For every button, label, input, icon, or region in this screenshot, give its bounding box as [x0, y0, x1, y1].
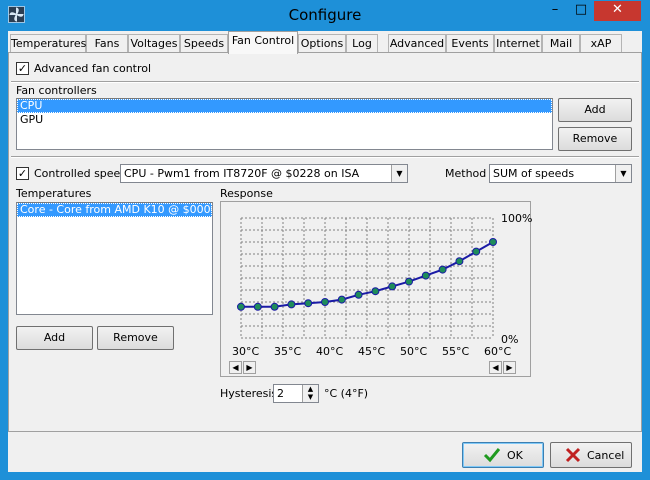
configure-window: Configure – □ ✕ Temperatures Fans Voltag…: [0, 0, 650, 480]
cancel-button[interactable]: Cancel: [550, 442, 632, 468]
response-point[interactable]: [253, 302, 262, 311]
x-tick-label: 45°C: [358, 345, 386, 358]
fan-controllers-list[interactable]: CPU GPU: [16, 98, 553, 150]
minimize-icon: –: [551, 2, 559, 17]
maximize-button[interactable]: □: [568, 1, 594, 21]
temperatures-label: Temperatures: [16, 187, 92, 200]
x-tick-label: 60°C: [484, 345, 512, 358]
response-point[interactable]: [337, 295, 346, 304]
fan-controller-item-gpu[interactable]: GPU: [17, 113, 552, 127]
close-icon: ✕: [612, 2, 623, 17]
tab-mail[interactable]: Mail: [542, 34, 580, 53]
separator-middle: [11, 156, 639, 158]
tab-strip: Temperatures Fans Voltages Speeds Fan Co…: [8, 31, 642, 54]
hysteresis-value: 2: [277, 387, 284, 400]
response-point[interactable]: [371, 287, 380, 296]
hysteresis-label: Hysteresis: [220, 387, 278, 400]
x-tick-label: 55°C: [442, 345, 470, 358]
ok-button[interactable]: OK: [462, 442, 544, 468]
method-select[interactable]: SUM of speeds ▼: [489, 164, 632, 183]
cancel-label: Cancel: [587, 449, 625, 462]
remove-temperature-button[interactable]: Remove: [97, 326, 174, 350]
add-controller-button[interactable]: Add: [558, 98, 632, 122]
controlled-speed-label: Controlled speed: [34, 167, 128, 180]
remove-controller-button[interactable]: Remove: [558, 127, 632, 151]
close-button[interactable]: ✕: [594, 1, 641, 21]
dialog-client: Temperatures Fans Voltages Speeds Fan Co…: [8, 31, 642, 472]
controlled-speed-checkbox[interactable]: ✓: [16, 167, 29, 180]
response-point[interactable]: [287, 300, 296, 309]
tab-fan-control[interactable]: Fan Control: [228, 31, 298, 54]
response-point[interactable]: [455, 257, 464, 266]
tab-log[interactable]: Log: [346, 34, 378, 53]
fan-control-panel: ✓ Advanced fan control Fan controllers C…: [8, 52, 642, 432]
title-bar: Configure – □ ✕: [0, 0, 650, 31]
x-tick-label: 40°C: [316, 345, 344, 358]
add-temperature-button[interactable]: Add: [16, 326, 93, 350]
tab-voltages[interactable]: Voltages: [128, 34, 180, 53]
arrow-right-icon: ▶: [246, 363, 253, 372]
temperatures-list[interactable]: Core - Core from AMD K10 @ $0000 on: [16, 202, 213, 315]
tab-temperatures[interactable]: Temperatures: [10, 34, 86, 53]
tab-advanced[interactable]: Advanced: [388, 34, 446, 53]
minimize-button[interactable]: –: [542, 1, 568, 21]
y-max-label: 100%: [501, 212, 533, 225]
x-tick-label: 50°C: [400, 345, 428, 358]
x-icon: [565, 447, 581, 463]
tab-options[interactable]: Options: [298, 34, 346, 53]
check-icon: [483, 448, 501, 463]
tab-events[interactable]: Events: [446, 34, 494, 53]
response-point[interactable]: [472, 247, 481, 256]
chevron-down-icon: ▼: [615, 165, 631, 182]
response-label: Response: [220, 187, 273, 200]
hysteresis-input[interactable]: 2 ▲ ▼: [273, 384, 319, 403]
response-point[interactable]: [270, 302, 279, 311]
shift-left-max-button[interactable]: ◀: [489, 361, 502, 374]
response-point[interactable]: [489, 238, 497, 246]
tab-xap[interactable]: xAP: [580, 34, 622, 53]
response-point[interactable]: [304, 299, 313, 308]
shift-left-min-button[interactable]: ◀: [229, 361, 242, 374]
tab-speeds[interactable]: Speeds: [180, 34, 228, 53]
fan-controllers-label: Fan controllers: [16, 84, 97, 97]
spin-updown-icon[interactable]: ▲ ▼: [302, 385, 318, 402]
arrow-right-icon: ▶: [506, 363, 513, 372]
response-point[interactable]: [321, 298, 329, 306]
method-label: Method: [445, 167, 487, 180]
ok-label: OK: [507, 449, 523, 462]
response-point[interactable]: [237, 302, 245, 311]
arrow-left-icon: ◀: [492, 363, 499, 372]
tab-fans[interactable]: Fans: [86, 34, 128, 53]
arrow-left-icon: ◀: [232, 363, 239, 372]
hysteresis-unit: °C (4°F): [324, 387, 369, 400]
controlled-speed-value: CPU - Pwm1 from IT8720F @ $0228 on ISA: [124, 167, 360, 180]
response-point[interactable]: [354, 290, 363, 299]
shift-right-min-button[interactable]: ▶: [243, 361, 256, 374]
chevron-down-icon: ▼: [391, 165, 407, 182]
response-point[interactable]: [388, 282, 397, 291]
x-tick-label: 30°C: [232, 345, 260, 358]
response-point[interactable]: [438, 265, 447, 274]
x-tick-label: 35°C: [274, 345, 302, 358]
advanced-fan-control-label: Advanced fan control: [34, 62, 152, 75]
shift-right-max-button[interactable]: ▶: [503, 361, 516, 374]
response-chart-box: 100% 0% 30°C 35°C 40°C 45°C 50°C 55°C 60…: [220, 201, 533, 377]
tab-internet[interactable]: Internet: [494, 34, 542, 53]
separator-top: [11, 81, 639, 83]
advanced-fan-control-checkbox[interactable]: ✓: [16, 62, 29, 75]
fan-controller-item-cpu[interactable]: CPU: [17, 99, 552, 113]
temperature-item[interactable]: Core - Core from AMD K10 @ $0000 on: [17, 203, 212, 217]
response-point[interactable]: [421, 271, 430, 280]
method-value: SUM of speeds: [493, 167, 575, 180]
response-point[interactable]: [405, 277, 413, 286]
maximize-icon: □: [574, 2, 588, 17]
controlled-speed-select[interactable]: CPU - Pwm1 from IT8720F @ $0228 on ISA ▼: [120, 164, 408, 183]
